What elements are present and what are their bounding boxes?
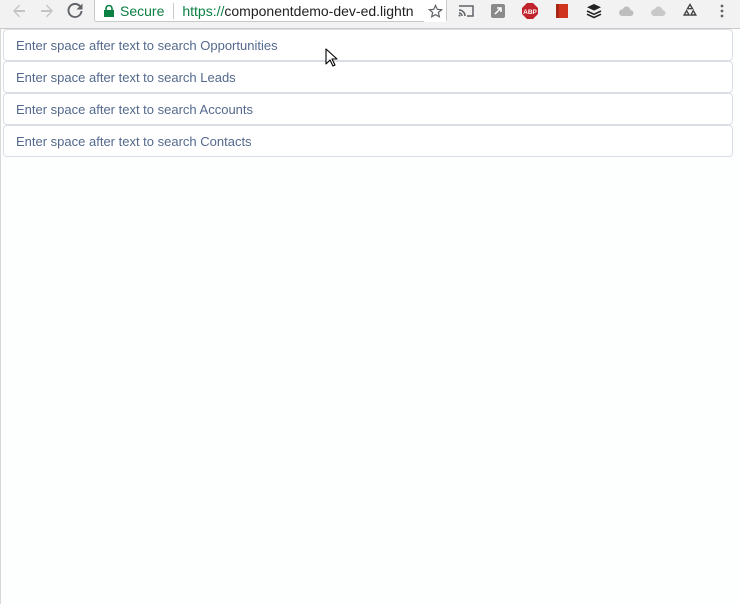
bookmark-star-button[interactable] (424, 0, 446, 22)
cast-icon[interactable] (456, 1, 476, 21)
adblock-label: ABP (523, 9, 537, 16)
reload-button[interactable] (64, 0, 86, 22)
pocket-icon[interactable] (488, 1, 508, 21)
recycle-icon[interactable] (680, 1, 700, 21)
browser-toolbar: Secure https://componentdemo-dev-ed.ligh… (0, 0, 740, 29)
search-field-leads[interactable] (3, 61, 733, 93)
omnibox-divider (173, 2, 175, 19)
cloud-icon[interactable] (616, 1, 636, 21)
buffer-icon[interactable] (584, 1, 604, 21)
search-field-contacts[interactable] (3, 125, 733, 157)
secure-label: Secure (120, 2, 165, 19)
arrow-right-icon (41, 4, 53, 18)
search-field-accounts[interactable] (3, 93, 733, 125)
more-menu-icon[interactable] (712, 1, 732, 21)
search-input-contacts[interactable] (4, 126, 732, 156)
content-border (0, 29, 1, 604)
url-host: componentdemo-dev-ed.lightn (224, 2, 414, 19)
forward-button[interactable] (36, 0, 58, 22)
search-input-leads[interactable] (4, 62, 732, 92)
search-input-accounts[interactable] (4, 94, 732, 124)
arrow-left-icon (13, 4, 25, 18)
address-bar[interactable]: Secure https://componentdemo-dev-ed.ligh… (94, 0, 447, 22)
back-button[interactable] (8, 0, 30, 22)
cloud-icon[interactable] (648, 1, 668, 21)
search-input-opportunities[interactable] (4, 30, 732, 60)
search-field-opportunities[interactable] (3, 29, 733, 61)
star-icon (427, 3, 443, 18)
url-scheme: https:// (182, 2, 225, 19)
bookmark-icon[interactable] (552, 1, 572, 21)
adblock-plus-icon[interactable]: ABP (520, 1, 540, 21)
reload-icon (67, 3, 83, 18)
mouse-cursor-icon (325, 48, 338, 67)
lock-icon (104, 4, 114, 17)
